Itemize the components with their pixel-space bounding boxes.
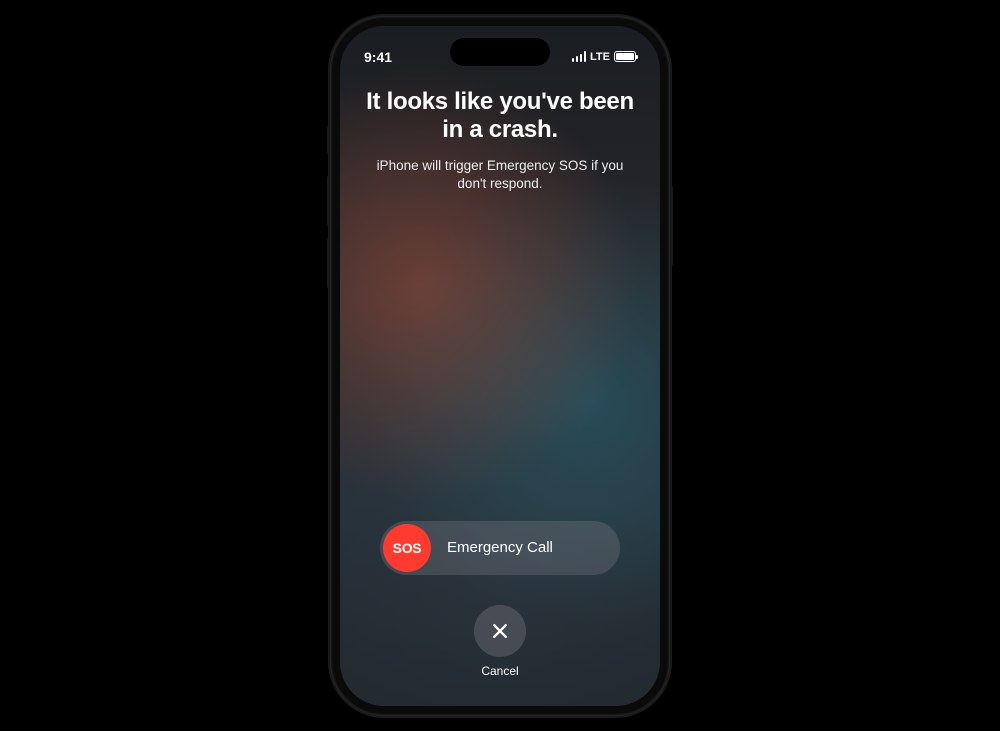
emergency-call-slider[interactable]: SOS Emergency Call: [380, 521, 620, 575]
signal-strength-icon: [572, 51, 587, 62]
sos-label: SOS: [393, 540, 422, 556]
screen: 9:41 LTE It looks like you've been in a …: [340, 26, 660, 706]
volume-up-button: [327, 176, 330, 226]
network-type: LTE: [590, 51, 610, 63]
dynamic-island: [450, 38, 550, 66]
crash-subtitle: iPhone will trigger Emergency SOS if you…: [362, 157, 638, 193]
status-time: 9:41: [364, 49, 424, 65]
slider-label: Emergency Call: [431, 539, 617, 556]
battery-icon: [614, 51, 636, 62]
close-icon: [490, 621, 510, 641]
status-indicators: LTE: [556, 51, 636, 63]
volume-down-button: [327, 238, 330, 288]
cancel-button[interactable]: [474, 605, 526, 657]
sos-slider-knob[interactable]: SOS: [383, 524, 431, 572]
side-button: [670, 186, 673, 266]
crash-heading: It looks like you've been in a crash.: [362, 88, 638, 146]
cancel-group: Cancel: [362, 605, 638, 678]
crash-detection-content: It looks like you've been in a crash. iP…: [340, 74, 660, 706]
silent-switch: [327, 126, 330, 154]
cancel-label: Cancel: [481, 664, 518, 678]
phone-frame: 9:41 LTE It looks like you've been in a …: [330, 16, 670, 716]
